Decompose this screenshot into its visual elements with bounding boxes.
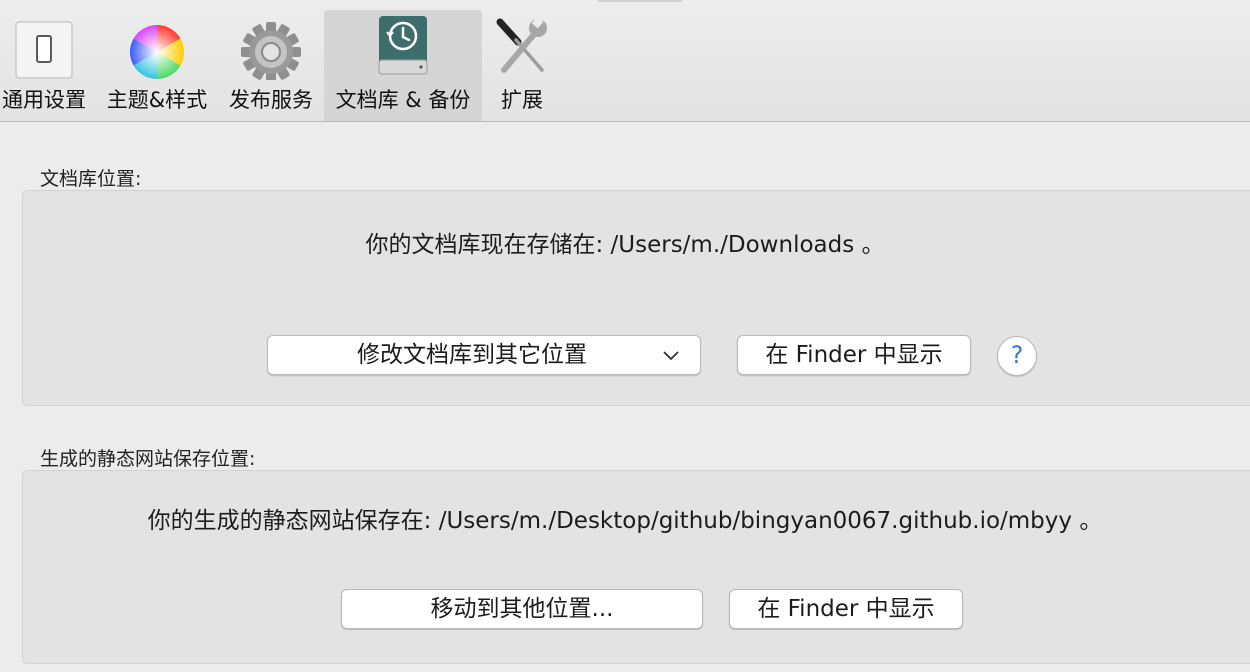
chevron-down-icon	[663, 351, 679, 361]
site-location-heading: 生成的静态网站保存位置:	[40, 448, 256, 470]
tab-publish-label: 发布服务	[229, 88, 313, 112]
site-location-panel	[22, 470, 1250, 664]
tab-extensions[interactable]: 扩展	[488, 10, 556, 121]
color-wheel-icon	[129, 24, 185, 80]
tools-icon	[496, 16, 547, 73]
tab-extensions-label: 扩展	[501, 88, 543, 112]
tab-library-backup[interactable]: 文档库 & 备份	[324, 10, 482, 121]
move-site-button[interactable]: 移动到其他位置...	[341, 589, 703, 629]
gear-icon	[241, 22, 301, 80]
help-button[interactable]: ?	[997, 336, 1037, 376]
tab-publish[interactable]: 发布服务	[222, 10, 320, 121]
preferences-toolbar: 通用设置 主题&样式 发布服务 文档库 & 备份 扩展	[0, 0, 1250, 122]
tab-general-label: 通用设置	[2, 88, 86, 112]
change-library-location-popup[interactable]: 修改文档库到其它位置	[267, 335, 701, 375]
tab-library-backup-label: 文档库 & 备份	[335, 88, 471, 112]
library-show-in-finder-button[interactable]: 在 Finder 中显示	[737, 335, 971, 375]
tab-theme-style[interactable]: 主题&样式	[100, 10, 214, 121]
switch-icon	[15, 21, 73, 79]
library-location-info: 你的文档库现在存储在: /Users/m./Downloads 。	[365, 232, 885, 258]
site-show-in-finder-button[interactable]: 在 Finder 中显示	[729, 589, 963, 629]
tab-theme-style-label: 主题&样式	[106, 88, 208, 112]
change-library-location-label: 修改文档库到其它位置	[357, 342, 587, 368]
library-location-heading: 文档库位置:	[40, 168, 142, 190]
site-location-info: 你的生成的静态网站保存在: /Users/m./Desktop/github/b…	[147, 508, 1103, 534]
tab-general[interactable]: 通用设置	[0, 10, 88, 121]
time-machine-drive-icon	[378, 16, 428, 75]
window-title-residue	[598, 0, 682, 2]
